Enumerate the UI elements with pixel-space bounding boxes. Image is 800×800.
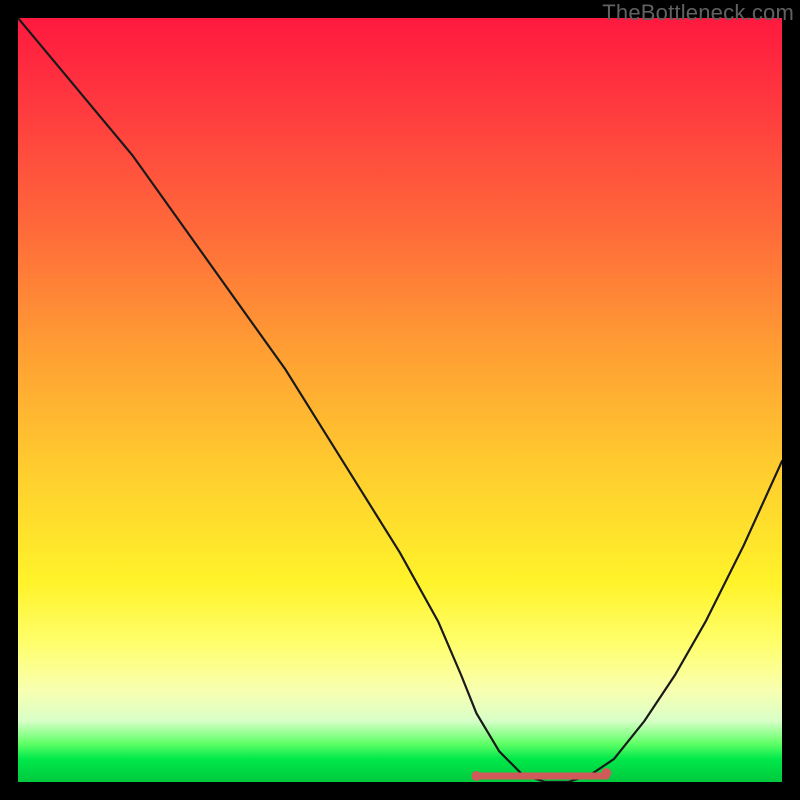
bottleneck-curve <box>18 18 782 782</box>
chart-plot-area <box>18 18 782 782</box>
optimal-zone-dot-left <box>471 771 481 781</box>
chart-stage: TheBottleneck.com <box>0 0 800 800</box>
chart-svg <box>18 18 782 782</box>
watermark-label: TheBottleneck.com <box>602 0 794 26</box>
optimal-zone-dot-right <box>601 768 611 778</box>
